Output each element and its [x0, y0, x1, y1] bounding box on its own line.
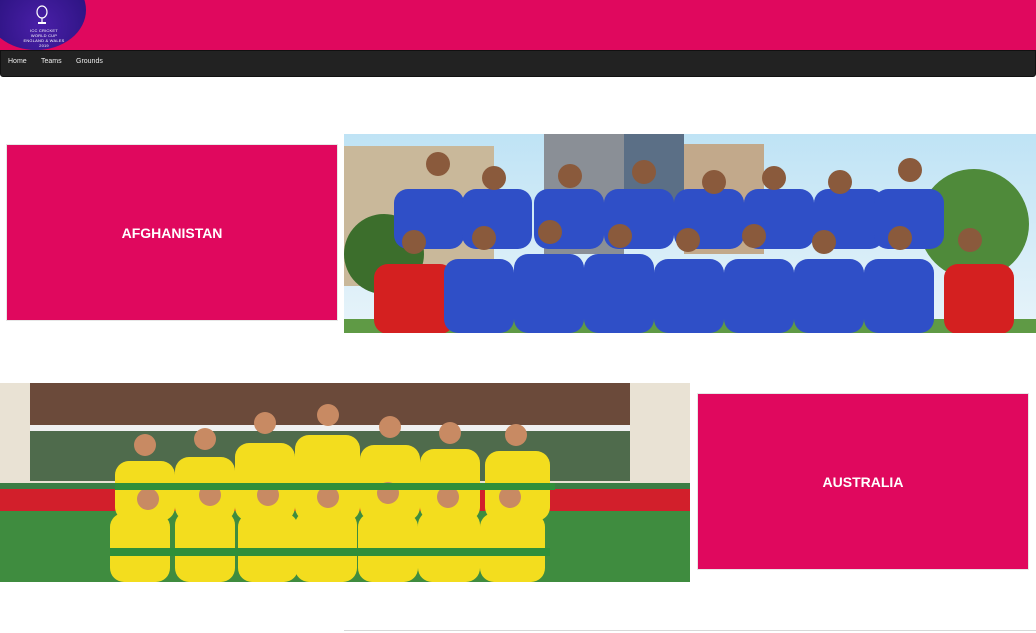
- nav-grounds-link[interactable]: Grounds: [76, 58, 103, 65]
- trophy-icon: [36, 5, 48, 24]
- afghanistan-team-photo[interactable]: [344, 134, 1036, 333]
- world-cup-logo[interactable]: ICC CRICKET WORLD CUP ENGLAND & WALES 20…: [0, 0, 88, 50]
- site-header: ICC CRICKET WORLD CUP ENGLAND & WALES 20…: [0, 0, 1036, 50]
- australia-team-photo[interactable]: [0, 383, 690, 582]
- main-navbar: Home Teams Grounds: [0, 50, 1036, 77]
- team-name-afghanistan: AFGHANISTAN: [121, 224, 223, 241]
- footer-divider: [344, 630, 1036, 631]
- nav-teams-link[interactable]: Teams: [41, 58, 62, 65]
- team-name-australia: AUSTRALIA: [822, 473, 904, 490]
- nav-home-link[interactable]: Home: [8, 58, 27, 65]
- team-card-australia[interactable]: AUSTRALIA: [697, 393, 1029, 570]
- logo-text: ICC CRICKET WORLD CUP ENGLAND & WALES 20…: [23, 28, 65, 48]
- team-card-afghanistan[interactable]: AFGHANISTAN: [6, 144, 338, 321]
